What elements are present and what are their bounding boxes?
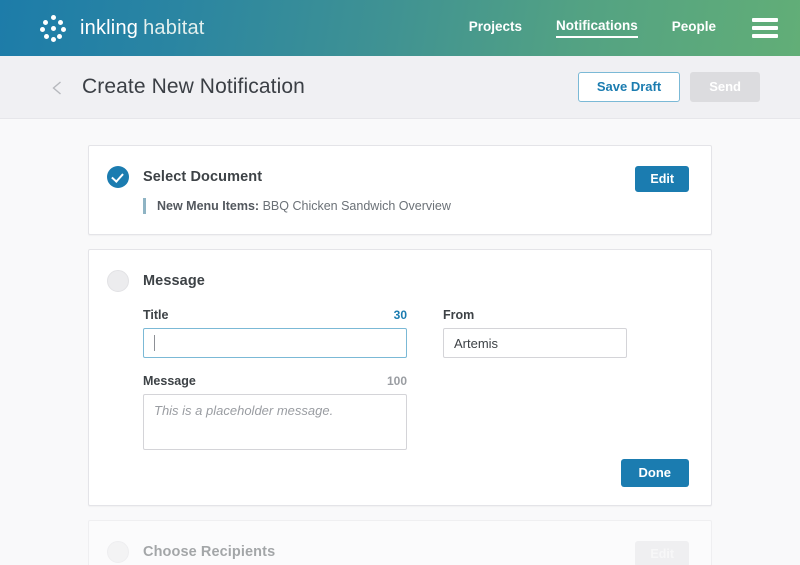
message-field-label-row: Message 100	[143, 374, 407, 388]
message-field-label: Message	[143, 374, 196, 388]
text-cursor-caret	[154, 335, 155, 351]
card-message: Message Title 30 Message 100 This is a p…	[88, 249, 712, 506]
title-character-counter: 30	[393, 308, 407, 322]
done-button[interactable]: Done	[620, 459, 689, 487]
subheader-actions: Save Draft Send	[577, 72, 760, 102]
empty-circle-icon-recipients	[107, 541, 129, 563]
hamburger-bar-3	[752, 34, 778, 38]
from-field-label-row: From	[443, 308, 627, 322]
edit-choose-recipients-button[interactable]: Edit	[635, 541, 689, 565]
top-navigation-bar: inkling habitat Projects Notifications Pe…	[0, 0, 800, 56]
card-message-inner: Message Title 30 Message 100 This is a p…	[89, 250, 711, 505]
title-field-group: Title 30	[143, 308, 407, 358]
title-input[interactable]	[143, 328, 407, 358]
card-choose-recipients-row: Choose Recipients Send to Everyone with …	[89, 521, 711, 565]
card-select-document-row: Select Document New Menu Items: BBQ Chic…	[89, 146, 711, 234]
message-form-right-column: From	[443, 308, 627, 455]
back-chevron-icon[interactable]	[50, 80, 66, 96]
main-content: Select Document New Menu Items: BBQ Chic…	[0, 119, 800, 565]
title-field-label: Title	[143, 308, 169, 322]
nav-links-group: Projects Notifications People	[469, 18, 778, 38]
brand-word-inkling: inkling	[80, 16, 139, 39]
nav-link-projects[interactable]: Projects	[469, 19, 522, 37]
from-field-group: From	[443, 308, 627, 358]
message-form: Title 30 Message 100 This is a placehold…	[143, 308, 689, 455]
card-select-document: Select Document New Menu Items: BBQ Chic…	[88, 145, 712, 235]
card-choose-recipients: Choose Recipients Send to Everyone with …	[88, 520, 712, 565]
card-select-document-heading: Select Document	[143, 169, 263, 185]
edit-select-document-button[interactable]: Edit	[635, 166, 689, 192]
message-character-counter: 100	[386, 374, 407, 388]
card-message-heading: Message	[143, 273, 205, 289]
card-choose-recipients-body: Choose Recipients Send to Everyone with …	[143, 541, 621, 565]
card-select-document-body: Select Document New Menu Items: BBQ Chic…	[143, 166, 621, 214]
brand-logo[interactable]: inkling habitat	[40, 15, 205, 42]
from-field-label: From	[443, 308, 475, 322]
message-field-group: Message 100	[143, 374, 407, 455]
message-textarea[interactable]	[143, 394, 407, 450]
brand-word-habitat: habitat	[143, 16, 205, 39]
selected-document-prefix: New Menu Items:	[157, 199, 260, 213]
selected-document-name: BBQ Chicken Sandwich Overview	[262, 199, 451, 213]
title-field-label-row: Title 30	[143, 308, 407, 322]
nav-link-people[interactable]: People	[672, 19, 716, 37]
empty-circle-icon-message	[107, 270, 129, 292]
check-circle-icon	[107, 166, 129, 188]
from-input[interactable]	[443, 328, 627, 358]
hamburger-bar-2	[752, 26, 778, 30]
message-done-row: Done	[107, 459, 689, 487]
message-form-left-column: Title 30 Message 100	[143, 308, 407, 455]
save-draft-button[interactable]: Save Draft	[577, 72, 681, 102]
brand-name: inkling habitat	[80, 17, 205, 40]
nav-link-notifications[interactable]: Notifications	[555, 18, 638, 38]
card-choose-recipients-heading: Choose Recipients	[143, 544, 276, 560]
card-message-header: Message	[107, 270, 689, 292]
page-title: Create New Notification	[82, 75, 305, 98]
hamburger-menu-icon[interactable]	[752, 18, 778, 38]
page-subheader: Create New Notification Save Draft Send	[0, 56, 800, 119]
hamburger-bar-1	[752, 18, 778, 22]
card-select-document-subtext: New Menu Items: BBQ Chicken Sandwich Ove…	[143, 198, 621, 214]
title-input-wrapper	[143, 328, 407, 358]
dots-flower-logo-icon	[40, 15, 66, 42]
send-button[interactable]: Send	[690, 72, 760, 102]
